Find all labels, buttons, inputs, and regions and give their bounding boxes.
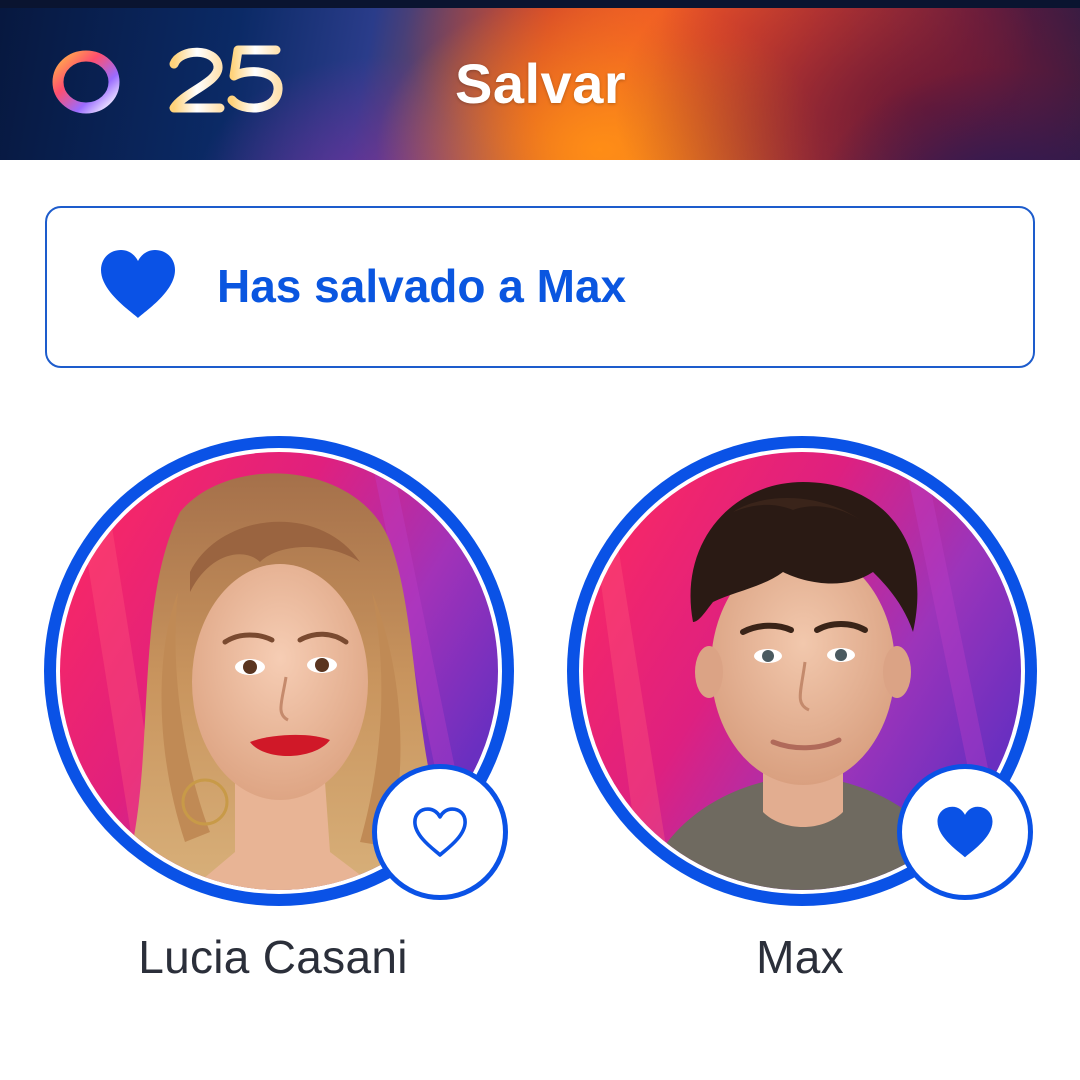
contestant-name: Lucia Casani [138,931,408,983]
saved-message: Has salvado a Max [217,260,627,312]
heart-filled-icon [101,250,175,318]
contestant-name: Max [756,931,844,983]
ot25-logo-graphic [52,45,283,116]
saved-confirmation-banner: Has salvado a Max [45,206,1035,368]
page-title: Salvar [455,52,627,115]
heart-outline-icon [413,807,467,857]
save-contestant-button[interactable] [372,764,508,900]
ot25-logo [52,40,284,116]
app-header: Salvar [0,0,1080,160]
save-contestant-button[interactable] [897,764,1033,900]
heart-filled-icon [937,806,993,858]
